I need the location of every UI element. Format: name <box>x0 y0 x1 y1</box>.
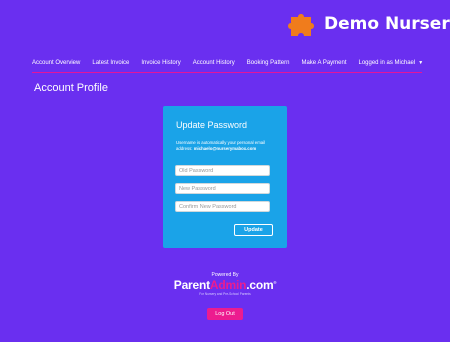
nav-latest-invoice[interactable]: Latest Invoice <box>92 60 129 66</box>
page-title: Account Profile <box>34 82 108 94</box>
main-nav: Account Overview Latest Invoice Invoice … <box>32 55 424 71</box>
logout-button[interactable]: Log Out <box>207 308 243 320</box>
nav-booking-pattern[interactable]: Booking Pattern <box>247 60 290 66</box>
logo-part-com: .com <box>246 278 274 292</box>
chevron-down-icon: ▼ <box>418 60 424 66</box>
username-note: Username is automatically your personal … <box>176 140 280 152</box>
nav-make-a-payment[interactable]: Make A Payment <box>301 60 346 66</box>
card-title: Update Password <box>176 120 248 130</box>
logo-tagline: For Nursery and Pre-School Parents <box>199 292 251 296</box>
brand: Demo Nursery <box>285 8 450 40</box>
brand-name: Demo Nursery <box>324 14 450 34</box>
puzzle-piece-icon <box>288 14 314 36</box>
username-email: michaelo@nurserymabox.com <box>193 146 257 151</box>
logo-part-parent: Parent <box>173 278 210 292</box>
user-menu[interactable]: Logged in as Michael ▼ <box>359 60 424 66</box>
nav-divider <box>32 72 422 73</box>
old-password-field[interactable] <box>175 165 270 176</box>
new-password-field[interactable] <box>175 183 270 194</box>
parentadmin-logo[interactable]: ParentAdmin.com® <box>0 278 450 292</box>
update-password-card: Update Password Username is automaticall… <box>163 106 287 248</box>
nav-invoice-history[interactable]: Invoice History <box>141 60 180 66</box>
update-button[interactable]: Update <box>234 224 273 236</box>
confirm-password-field[interactable] <box>175 201 270 212</box>
user-menu-label: Logged in as Michael <box>358 60 416 66</box>
nav-account-overview[interactable]: Account Overview <box>32 60 80 66</box>
nav-account-history[interactable]: Account History <box>193 60 235 66</box>
logo-trademark: ® <box>273 280 277 285</box>
logo-part-admin: Admin <box>209 278 247 292</box>
